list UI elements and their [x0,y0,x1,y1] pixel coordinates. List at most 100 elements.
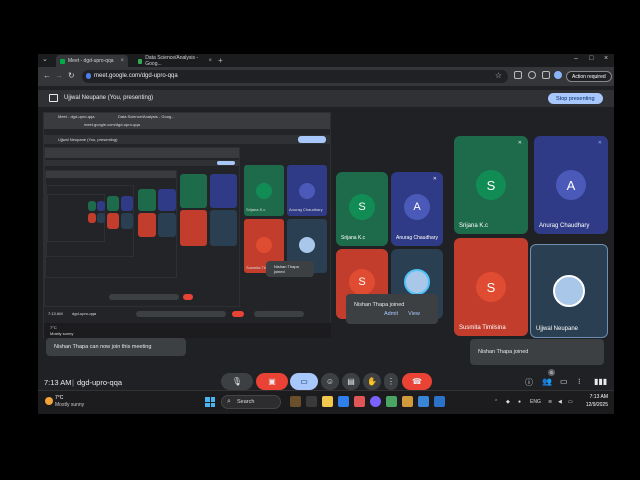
sheets-favicon-icon [138,58,143,64]
avatar: S [349,269,375,295]
participant-name: Anurag Chaudhary [539,223,590,229]
camera-off-icon: ▣ [268,377,276,386]
tray-app-icon[interactable]: ● [518,399,521,405]
app-icon[interactable] [402,396,413,407]
tile-ujjwal[interactable]: Ujjwal Neupane [530,244,608,338]
participant-name: Ujjwal Neupane [536,326,579,332]
leave-call-button[interactable]: ☎ [402,373,432,390]
tile-susmita[interactable]: S Susmita Timilsina [454,238,528,336]
edge-icon[interactable] [338,396,349,407]
more-options-button[interactable]: ⋮ [384,373,398,390]
tray-app-icon[interactable]: ◆ [506,399,510,405]
mic-button[interactable]: 🎙 [221,373,253,390]
camera-button[interactable]: ▣ [256,373,288,390]
reload-icon[interactable]: ↻ [68,71,75,80]
share-tile [97,213,105,223]
search-label: Search [237,399,255,405]
share-controls [109,294,179,300]
share-avatar [256,183,272,199]
app-icon[interactable] [370,396,381,407]
meeting-info-icon[interactable]: ⓘ [525,377,533,388]
app-icon[interactable] [418,396,429,407]
weather-icon[interactable] [45,397,53,405]
downloads-icon[interactable] [528,71,536,79]
chrome-icon[interactable] [386,396,397,407]
meeting-clock: 7:13 AM [44,378,72,387]
admit-button[interactable]: Admit [384,311,398,317]
maximize-icon[interactable]: □ [589,55,593,62]
weather-desc: Mostly sunny [55,402,85,408]
tray-time[interactable]: 7:13 AM [578,394,608,400]
wifi-icon[interactable]: ≋ [548,399,552,405]
vscode-icon[interactable] [434,396,445,407]
stop-presenting-button[interactable]: Stop presenting [548,93,603,104]
share-tile [138,189,156,211]
profile-avatar[interactable] [554,71,562,79]
tab-meet[interactable]: Meet - dgd-upro-qqa × [56,55,128,67]
share-level-1: Meet - dgd-upro-qqa Data Science/Analysi… [43,112,331,338]
tile-srijana-mid[interactable]: S Srijana K.c [336,172,388,246]
raise-hand-button[interactable]: ✋ [363,373,381,390]
close-tab-icon[interactable]: × [208,58,212,64]
share-tile [158,189,176,211]
more-vert-icon: ⋮ [387,377,395,386]
tab-data-science[interactable]: Data Science/Analysis - Goog... × [134,55,216,67]
tile-anurag-mid[interactable]: A Anurag Chaudhary ✕ [391,172,443,246]
chat-icon[interactable]: ▭ [560,377,568,386]
close-tab-icon[interactable]: × [120,58,124,64]
tray-date[interactable]: 12/9/2025 [578,402,608,408]
app-icon[interactable] [354,396,365,407]
mic-off-icon: ✕ [432,176,437,182]
avatar: S [349,194,375,220]
close-window-icon[interactable]: × [604,55,608,62]
participant-name: Anurag Chaudhary [396,235,438,241]
tab-search-icon[interactable]: ⌄ [42,55,48,63]
language-indicator[interactable]: ENG [530,399,541,405]
activities-icon[interactable]: ⁝ [578,377,581,386]
site-info-icon[interactable] [86,73,91,79]
taskview-icon[interactable] [290,396,301,407]
volume-icon[interactable]: ◀ [558,399,562,405]
captions-icon: ▤ [347,377,355,386]
join-toast: Nishan Thapa joined [470,339,604,365]
join-toast-small: Nishan Thapa joined Admit View [346,294,438,324]
taskbar-search[interactable]: ⌕ Search [221,395,281,409]
search-icon: ⌕ [227,398,231,405]
forward-icon[interactable]: → [55,71,63,80]
share-end-call [232,311,244,317]
can-join-toast: Nishan Thapa can now join this meeting [46,338,186,356]
action-required-button[interactable]: Action required [566,71,612,82]
back-icon[interactable]: ← [43,71,51,80]
new-tab-icon[interactable]: + [218,56,223,65]
start-windows-icon[interactable] [205,397,215,407]
battery-icon[interactable]: ▭ [568,399,573,405]
share-tile [121,213,133,229]
share-code: dgd-upro-qqa [72,311,97,316]
people-icon[interactable]: 👥 [542,377,552,386]
view-button[interactable]: View [408,311,420,317]
minimize-icon[interactable]: – [574,55,578,62]
sidepanel-icon[interactable] [542,71,550,79]
share-tile-label: Srijana K.c [246,207,266,212]
url-text: meet.google.com/dgd-upro-qqa [94,73,178,79]
tray-chevron-icon[interactable]: ⌃ [494,399,498,405]
extension-icon[interactable] [514,71,522,79]
presenting-label: Ujjwal Neupane (You, presenting) [64,95,154,101]
bookmark-star-icon[interactable]: ☆ [495,71,502,80]
share-level-4 [46,185,134,257]
address-bar[interactable]: meet.google.com/dgd-upro-qqa ☆ [82,70,508,83]
emoji-button[interactable]: ☺ [321,373,339,390]
present-button[interactable]: ▭ [290,373,318,390]
tile-srijana[interactable]: S Srijana K.c ✕ [454,136,528,234]
tile-anurag[interactable]: A Anurag Chaudhary ✕ [534,136,608,234]
browser-toolbar: ← → ↻ meet.google.com/dgd-upro-qqa ☆ Act… [38,67,614,86]
file-explorer-icon[interactable] [322,396,333,407]
share-stop-button [298,136,326,143]
captions-button[interactable]: ▤ [342,373,360,390]
widgets-icon[interactable] [306,396,317,407]
join-toast-text: Nishan Thapa joined [354,301,405,308]
avatar: A [556,170,586,200]
participant-count-badge: 6 [548,369,555,376]
share-tile [88,201,96,211]
avatar: S [476,170,506,200]
